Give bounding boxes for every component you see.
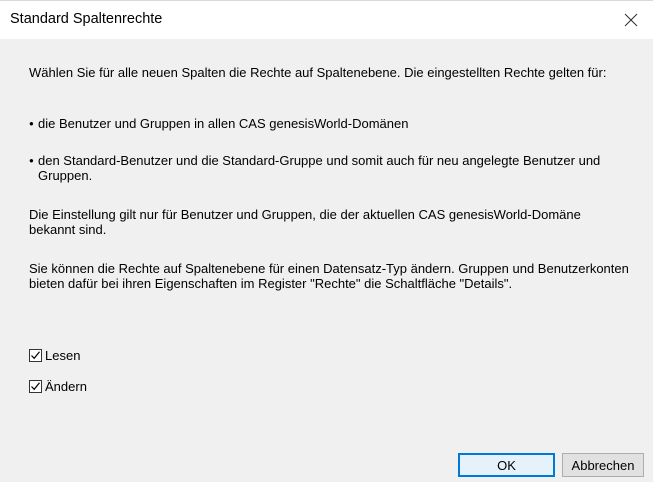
note-text: Die Einstellung gilt nur für Benutzer un… [29,207,581,237]
checkbox-label: Lesen [45,347,81,363]
checkbox-box[interactable] [29,348,42,362]
checkbox-aendern[interactable]: Ändern [29,377,87,395]
checkmark-icon [31,350,40,359]
bullet-text: die Benutzer und Gruppen in allen CAS ge… [38,116,409,131]
checkbox-label: Ändern [45,378,87,394]
intro-text: Wählen Sie für alle neuen Spalten die Re… [29,65,607,80]
checkbox-lesen[interactable]: Lesen [29,346,80,364]
dialog-title: Standard Spaltenrechte [10,11,163,27]
close-icon [624,13,638,27]
checkmark-icon [31,381,40,390]
list-item: ● die Benutzer und Gruppen in allen CAS … [29,116,629,131]
ok-button[interactable]: OK [458,453,555,477]
bullet-text: den Standard-Benutzer und die Standard-G… [38,153,601,183]
title-bar: Standard Spaltenrechte [0,1,653,39]
cancel-button[interactable]: Abbrechen [562,453,644,477]
close-button[interactable] [609,1,653,39]
details-note-text: Sie können die Rechte auf Spaltenebene f… [29,261,629,291]
bullet-icon: ● [29,156,34,165]
checkbox-box[interactable] [29,379,42,393]
list-item: ● den Standard-Benutzer und die Standard… [29,153,629,183]
bullet-icon: ● [29,119,34,128]
dialog-window: Standard Spaltenrechte Wählen Sie für al… [0,0,653,482]
